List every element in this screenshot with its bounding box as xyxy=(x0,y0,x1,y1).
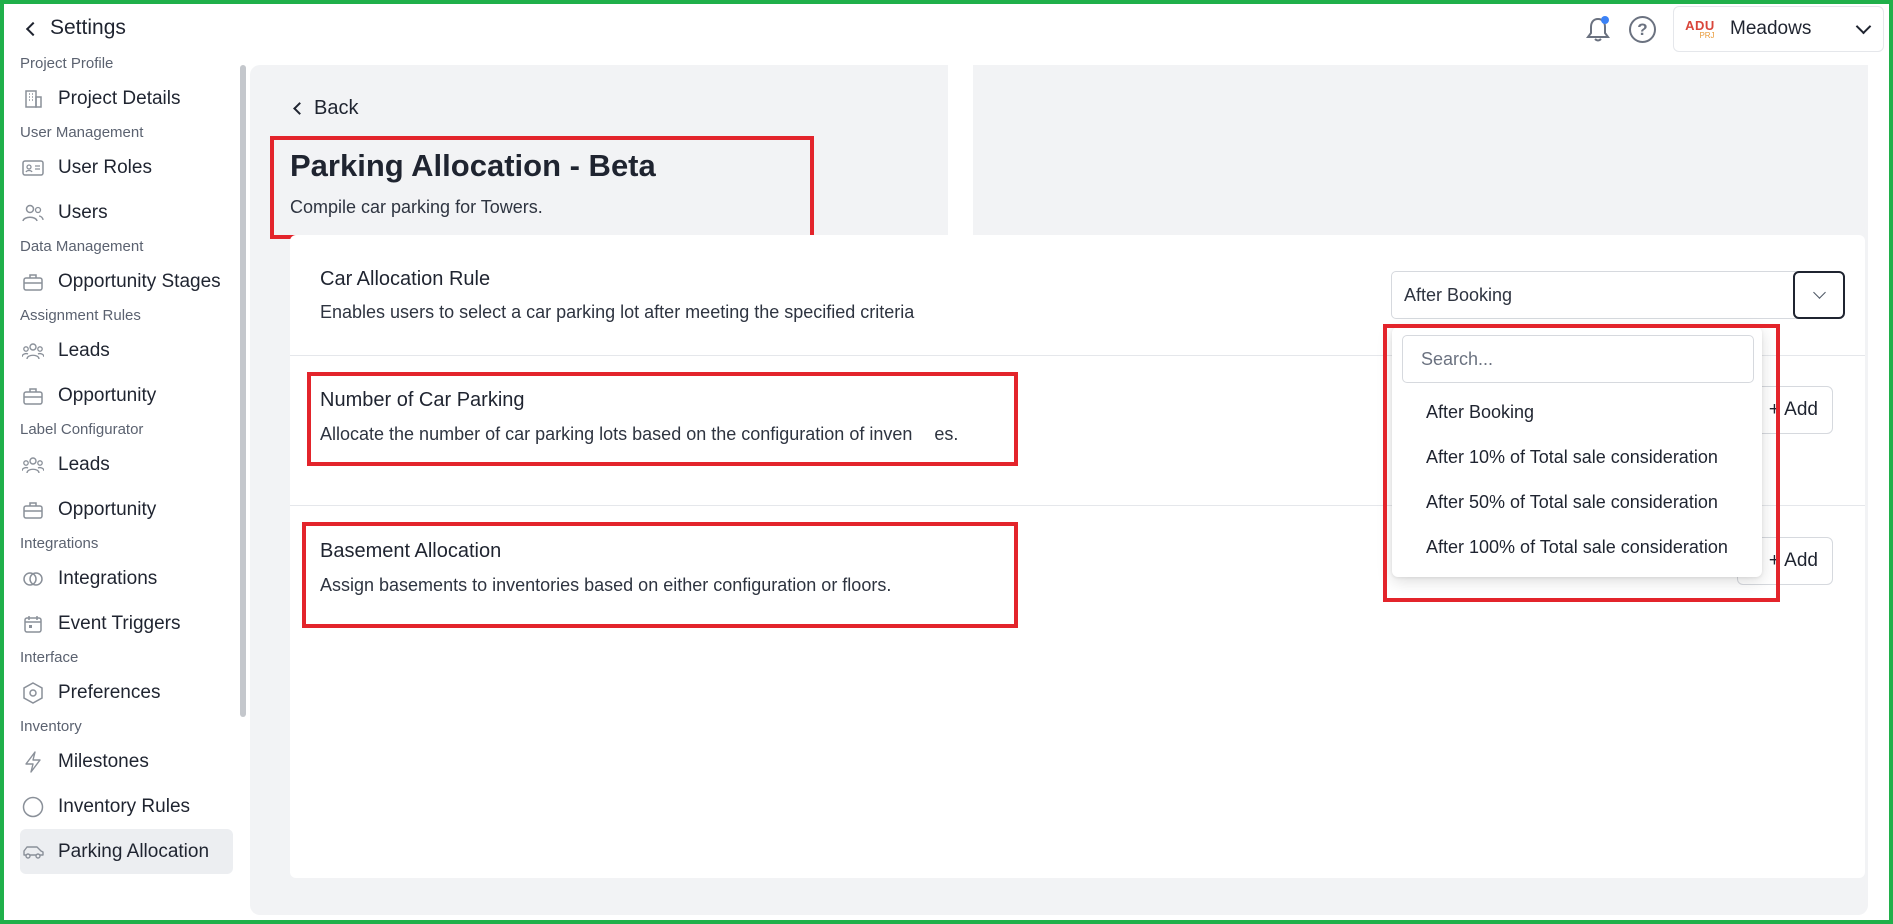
settings-back-button[interactable]: Settings xyxy=(25,16,126,40)
section-label-integrations: Integrations xyxy=(20,535,99,552)
sidebar-item-project-details[interactable]: Project Details xyxy=(20,76,235,121)
briefcase-icon xyxy=(22,271,44,293)
section-label-assignment-rules: Assignment Rules xyxy=(20,307,141,324)
id-card-icon xyxy=(22,157,44,179)
sidebar-scrollbar[interactable] xyxy=(240,65,246,717)
group-icon xyxy=(22,454,44,476)
section-label-data-management: Data Management xyxy=(20,238,144,255)
dropdown-option-after-50-percent[interactable]: After 50% of Total sale consideration xyxy=(1426,492,1718,513)
selected-rule-value: After Booking xyxy=(1404,284,1513,305)
sidebar-item-preferences[interactable]: Preferences xyxy=(20,670,235,715)
sidebar-item-event-triggers[interactable]: Event Triggers xyxy=(20,601,235,646)
sidebar-item-inventory-rules[interactable]: Inventory Rules xyxy=(20,784,235,829)
chevron-down-icon xyxy=(1855,18,1872,34)
help-icon[interactable]: ? xyxy=(1629,16,1656,43)
hexagon-icon xyxy=(22,681,44,704)
rule-dropdown-menu: After Booking After 10% of Total sale co… xyxy=(1392,327,1762,577)
sidebar-item-label-leads[interactable]: Leads xyxy=(20,442,235,487)
dropdown-option-after-10-percent[interactable]: After 10% of Total sale consideration xyxy=(1426,447,1718,468)
section-label-user-management: User Management xyxy=(20,124,144,141)
text-occluder xyxy=(948,235,973,357)
page-subtitle: Compile car parking for Towers. xyxy=(290,197,543,217)
sidebar-item-label: Integrations xyxy=(58,567,158,589)
description-part: Allocate the number of car parking lots … xyxy=(320,424,913,444)
car-allocation-rule-description: Enables users to select a car parking lo… xyxy=(320,302,915,322)
sidebar-item-label: Leads xyxy=(58,453,110,475)
sidebar-item-opportunity-stages[interactable]: Opportunity Stages xyxy=(20,259,235,304)
project-logo: ADU PRJ xyxy=(1685,17,1715,40)
car-icon xyxy=(22,841,44,863)
section-label-inventory: Inventory xyxy=(20,718,82,735)
sidebar-item-assignment-leads[interactable]: Leads xyxy=(20,328,235,373)
sidebar-item-label: Preferences xyxy=(58,681,161,703)
project-name: Meadows xyxy=(1730,18,1812,39)
rule-select-toggle[interactable] xyxy=(1793,271,1845,319)
back-label: Back xyxy=(314,97,359,119)
number-of-car-parking-title: Number of Car Parking xyxy=(320,389,525,411)
add-button-label: + Add xyxy=(1768,399,1818,420)
sidebar-item-label: User Roles xyxy=(58,156,152,178)
header-gap xyxy=(948,65,973,235)
circle-icon xyxy=(22,796,44,818)
description-part: es. xyxy=(934,424,959,444)
sidebar-item-label: Milestones xyxy=(58,750,149,772)
sidebar-item-assignment-opportunity[interactable]: Opportunity xyxy=(20,373,235,418)
briefcase-icon xyxy=(22,499,44,521)
link-icon xyxy=(22,568,44,590)
sidebar-item-label: Leads xyxy=(58,339,110,361)
users-icon xyxy=(22,202,44,224)
sidebar-item-label: Users xyxy=(58,201,108,223)
settings-back-label: Settings xyxy=(50,16,126,39)
group-icon xyxy=(22,340,44,362)
car-allocation-rule-title: Car Allocation Rule xyxy=(320,268,491,290)
car-allocation-rule-select[interactable]: After Booking xyxy=(1391,271,1843,319)
sidebar-item-label-opportunity[interactable]: Opportunity xyxy=(20,487,235,532)
sidebar-item-label: Inventory Rules xyxy=(58,795,191,817)
dropdown-search-input[interactable] xyxy=(1402,335,1754,383)
section-label-label-configurator: Label Configurator xyxy=(20,421,144,438)
chevron-left-icon xyxy=(293,102,306,115)
basement-allocation-title: Basement Allocation xyxy=(320,540,502,562)
sidebar-item-integrations[interactable]: Integrations xyxy=(20,556,235,601)
briefcase-icon xyxy=(22,385,44,407)
header-background xyxy=(973,65,1868,235)
number-of-car-parking-description: Allocate the number of car parking lots … xyxy=(320,424,958,445)
settings-sidebar: Project Profile Project Details User Man… xyxy=(20,52,235,924)
add-button-label: + Add xyxy=(1768,550,1818,571)
sidebar-item-label: Event Triggers xyxy=(58,612,181,634)
sidebar-item-label: Parking Allocation xyxy=(58,840,210,862)
sidebar-item-label: Opportunity xyxy=(58,498,157,520)
calendar-icon xyxy=(22,613,44,635)
sidebar-item-label: Opportunity xyxy=(58,384,157,406)
sidebar-item-user-roles[interactable]: User Roles xyxy=(20,145,235,190)
project-selector[interactable]: ADU PRJ Meadows xyxy=(1673,6,1884,52)
basement-allocation-description: Assign basements to inventories based on… xyxy=(320,575,892,595)
building-icon xyxy=(22,88,44,110)
top-bar: Settings ? ADU PRJ Meadows xyxy=(0,0,1893,58)
sidebar-item-milestones[interactable]: Milestones xyxy=(20,739,235,784)
dropdown-option-after-booking[interactable]: After Booking xyxy=(1426,402,1534,423)
dropdown-option-after-100-percent[interactable]: After 100% of Total sale consideration xyxy=(1426,537,1728,558)
sidebar-item-users[interactable]: Users xyxy=(20,190,235,235)
sidebar-item-label: Opportunity Stages xyxy=(58,270,221,292)
back-button[interactable]: Back xyxy=(293,97,359,120)
chevron-left-icon xyxy=(25,21,41,36)
sidebar-item-label: Project Details xyxy=(58,87,181,109)
page-title: Parking Allocation - Beta xyxy=(290,148,656,183)
sidebar-item-parking-allocation[interactable]: Parking Allocation xyxy=(20,829,233,874)
bolt-icon xyxy=(22,750,44,773)
section-label-interface: Interface xyxy=(20,649,79,666)
bell-icon[interactable] xyxy=(1585,15,1611,43)
chevron-down-icon xyxy=(1812,286,1826,299)
section-label-project-profile: Project Profile xyxy=(20,55,114,72)
